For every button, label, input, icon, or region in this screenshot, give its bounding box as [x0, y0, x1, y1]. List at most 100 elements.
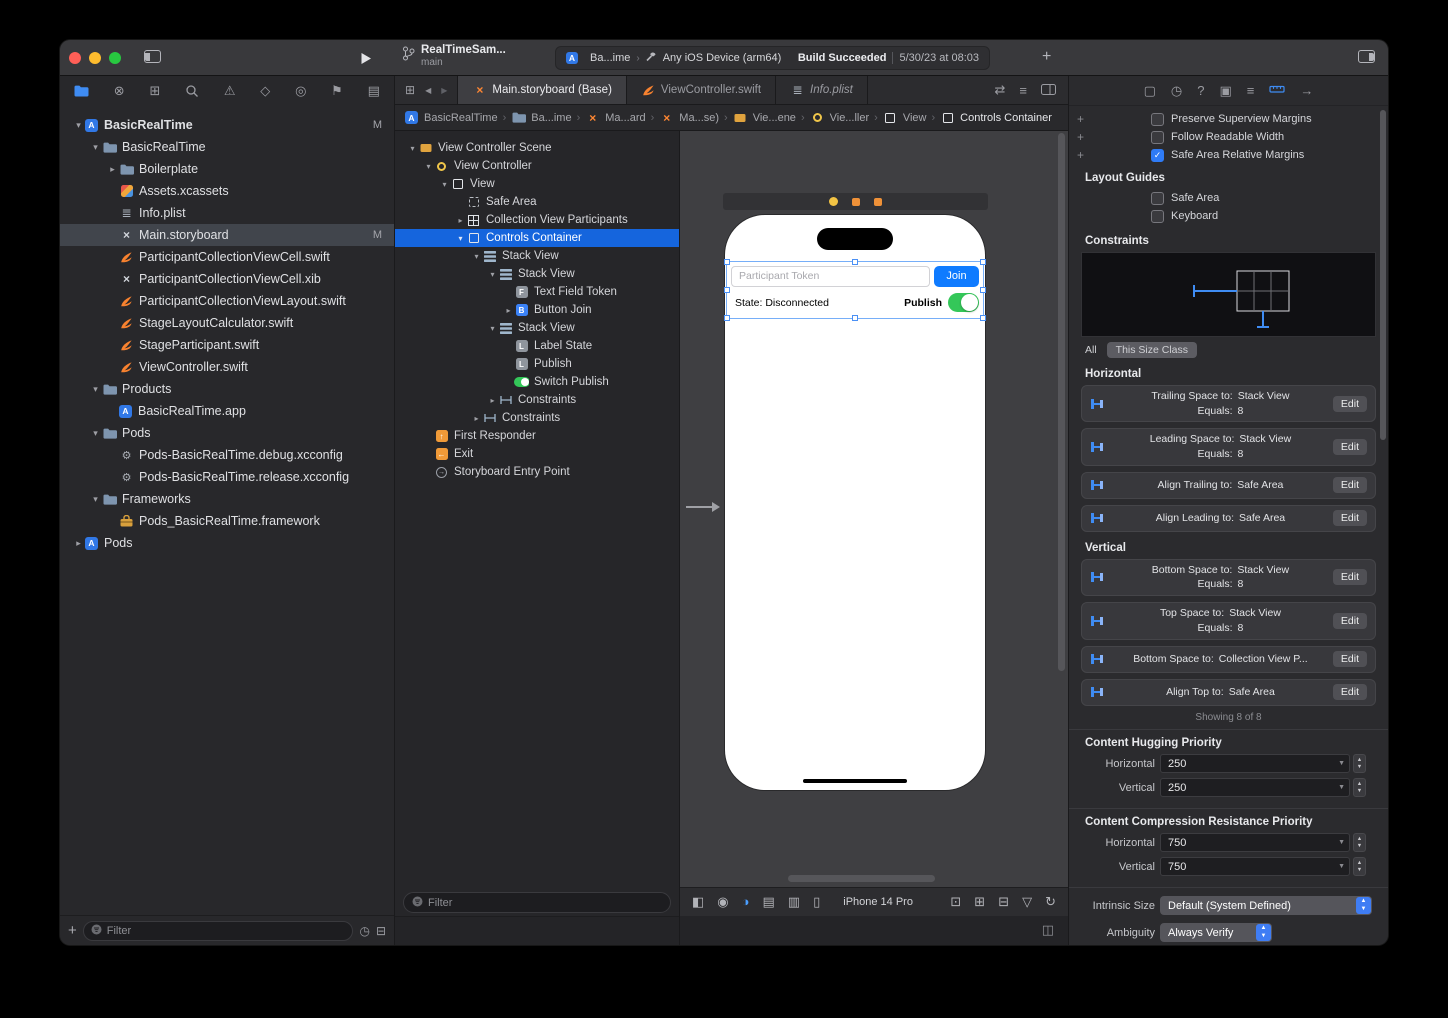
navigator-item[interactable]: ParticipantCollectionViewCell.swift	[60, 246, 394, 268]
add-variation-button[interactable]: +	[1077, 112, 1091, 126]
toggle-debug-bar-icon[interactable]: ◫	[1042, 922, 1054, 938]
constraint-row[interactable]: Align Top to:Safe AreaEdit	[1081, 679, 1376, 706]
edit-constraint-button[interactable]: Edit	[1333, 396, 1367, 412]
resize-handle[interactable]	[852, 315, 858, 321]
breadcrumb-item[interactable]: ABasicRealTime	[405, 111, 498, 124]
scope-size-class-tab[interactable]: This Size Class	[1107, 342, 1197, 358]
scope-all-tab[interactable]: All	[1085, 344, 1097, 356]
priority-combo-field[interactable]: 750▼	[1160, 833, 1350, 852]
disclosure-open-icon[interactable]: ▾	[89, 494, 102, 505]
symbol-navigator-icon[interactable]: ⊞	[149, 83, 160, 99]
navigator-item[interactable]: ▸APods	[60, 532, 394, 554]
outline-item[interactable]: ▾Stack View	[395, 319, 679, 337]
breadcrumb-item[interactable]: Vie...ller	[810, 111, 870, 125]
exit-icon[interactable]	[874, 198, 882, 206]
minimize-window-button[interactable]	[89, 52, 101, 64]
navigator-item[interactable]: ▾Frameworks	[60, 488, 394, 510]
outline-item[interactable]: Switch Publish	[395, 373, 679, 391]
navigator-item[interactable]: ▾ABasicRealTimeM	[60, 114, 394, 136]
editor-tab[interactable]: ×Main.storyboard (Base)	[458, 76, 627, 104]
outline-item[interactable]: ▸BButton Join	[395, 301, 679, 319]
identity-inspector-icon[interactable]: ▣	[1219, 83, 1231, 99]
outline-item[interactable]: ▸Constraints	[395, 409, 679, 427]
edit-constraint-button[interactable]: Edit	[1333, 510, 1367, 526]
device-icon[interactable]: ▯	[813, 894, 820, 910]
disclosure-open-icon[interactable]: ▾	[89, 384, 102, 395]
breadcrumb-item[interactable]: Ba...ime	[511, 111, 571, 125]
device-preview[interactable]: Participant Token Join State: Disconnect…	[725, 215, 985, 790]
inspector-scrollbar[interactable]	[1380, 110, 1386, 440]
recent-files-icon[interactable]: ◷	[359, 924, 369, 938]
constraint-row[interactable]: Align Trailing to:Safe AreaEdit	[1081, 472, 1376, 499]
resize-handle[interactable]	[724, 259, 730, 265]
disclosure-open-icon[interactable]: ▾	[89, 142, 102, 153]
priority-combo-field[interactable]: 250▼	[1160, 754, 1350, 773]
navigator-item[interactable]: Pods_BasicRealTime.framework	[60, 510, 394, 532]
run-button[interactable]	[360, 51, 372, 69]
size-inspector-icon[interactable]	[1269, 82, 1285, 99]
disclosure-open-icon[interactable]: ▾	[487, 324, 498, 333]
navigator-item[interactable]: ParticipantCollectionViewLayout.swift	[60, 290, 394, 312]
project-navigator-icon[interactable]	[74, 85, 89, 97]
resolve-issues-icon[interactable]: ▽	[1022, 894, 1032, 910]
adjust-variants-icon[interactable]: ▥	[788, 894, 800, 910]
priority-combo-field[interactable]: 250▼	[1160, 778, 1350, 797]
constraint-row[interactable]: Leading Space to:Stack ViewEquals:8Edit	[1081, 428, 1376, 465]
scm-status-filter-icon[interactable]: ⊟	[376, 924, 386, 938]
forward-icon[interactable]: ▶	[441, 86, 447, 95]
add-file-button[interactable]: +	[68, 923, 77, 938]
disclosure-open-icon[interactable]: ▾	[487, 270, 498, 279]
outline-item[interactable]: ▸Constraints	[395, 391, 679, 409]
navigator-item[interactable]: Assets.xcassets	[60, 180, 394, 202]
join-button[interactable]: Join	[934, 266, 979, 287]
activity-view[interactable]: A Ba...ime › Any iOS Device (arm64) Buil…	[555, 46, 990, 70]
resize-handle[interactable]	[980, 259, 986, 265]
destination-name[interactable]: Any iOS Device (arm64)	[663, 52, 782, 64]
navigator-item[interactable]: ×ParticipantCollectionViewCell.xib	[60, 268, 394, 290]
navigator-item[interactable]: ViewController.swift	[60, 356, 394, 378]
constraint-row[interactable]: Trailing Space to:Stack ViewEquals:8Edit	[1081, 385, 1376, 422]
breakpoint-navigator-icon[interactable]: ⚑	[331, 83, 343, 99]
orientation-icon[interactable]: ▤	[763, 894, 775, 910]
add-tab-button[interactable]: +	[1042, 48, 1051, 66]
adjust-editor-icon[interactable]: ≡	[1019, 83, 1027, 98]
align-icon[interactable]: ⊞	[974, 894, 985, 910]
checkbox[interactable]	[1151, 131, 1164, 144]
breadcrumb-item[interactable]: Controls Container	[940, 111, 1052, 125]
checkbox[interactable]	[1151, 113, 1164, 126]
quick-help-inspector-icon[interactable]: ?	[1197, 83, 1204, 98]
editor-tab[interactable]: ≣Info.plist	[776, 76, 868, 104]
stepper-control[interactable]: ▲▼	[1353, 754, 1366, 773]
update-frames-icon[interactable]: ↻	[1045, 894, 1056, 910]
constraint-row[interactable]: Bottom Space to:Collection View P...Edit	[1081, 646, 1376, 673]
outline-item[interactable]: ▾View Controller	[395, 157, 679, 175]
find-navigator-icon[interactable]	[185, 84, 199, 98]
resize-handle[interactable]	[724, 287, 730, 293]
navigator-filter-field[interactable]: Filter	[83, 921, 354, 941]
priority-combo-field[interactable]: 750▼	[1160, 857, 1350, 876]
toggle-navigator-icon[interactable]	[144, 49, 161, 67]
disclosure-open-icon[interactable]: ▾	[407, 144, 418, 153]
add-editor-icon[interactable]	[1041, 83, 1056, 98]
publish-switch[interactable]	[948, 293, 979, 312]
outline-item[interactable]: ▾View Controller Scene	[395, 139, 679, 157]
disclosure-closed-icon[interactable]: ▸	[455, 216, 466, 225]
edit-constraint-button[interactable]: Edit	[1333, 613, 1367, 629]
navigator-item[interactable]: ⚙Pods-BasicRealTime.release.xcconfig	[60, 466, 394, 488]
add-variation-button[interactable]: +	[1077, 130, 1091, 144]
outline-item[interactable]: Safe Area	[395, 193, 679, 211]
participant-token-field[interactable]: Participant Token	[731, 266, 930, 287]
related-items-icon[interactable]: ⊞	[405, 83, 415, 97]
disclosure-closed-icon[interactable]: ▸	[72, 538, 85, 549]
outline-filter-field[interactable]: Filter	[403, 892, 671, 913]
navigator-item[interactable]: ▸Boilerplate	[60, 158, 394, 180]
attributes-inspector-icon[interactable]: ≡	[1247, 83, 1255, 98]
breadcrumb-item[interactable]: Vie...ene	[733, 111, 796, 125]
outline-item[interactable]: LLabel State	[395, 337, 679, 355]
disclosure-open-icon[interactable]: ▾	[455, 234, 466, 243]
ambiguity-popup[interactable]: Always Verify ▲▼	[1160, 923, 1272, 942]
resize-handle[interactable]	[724, 315, 730, 321]
back-icon[interactable]: ◀	[425, 86, 431, 95]
test-navigator-icon[interactable]: ◇	[260, 83, 270, 99]
navigator-item[interactable]: ▾Products	[60, 378, 394, 400]
